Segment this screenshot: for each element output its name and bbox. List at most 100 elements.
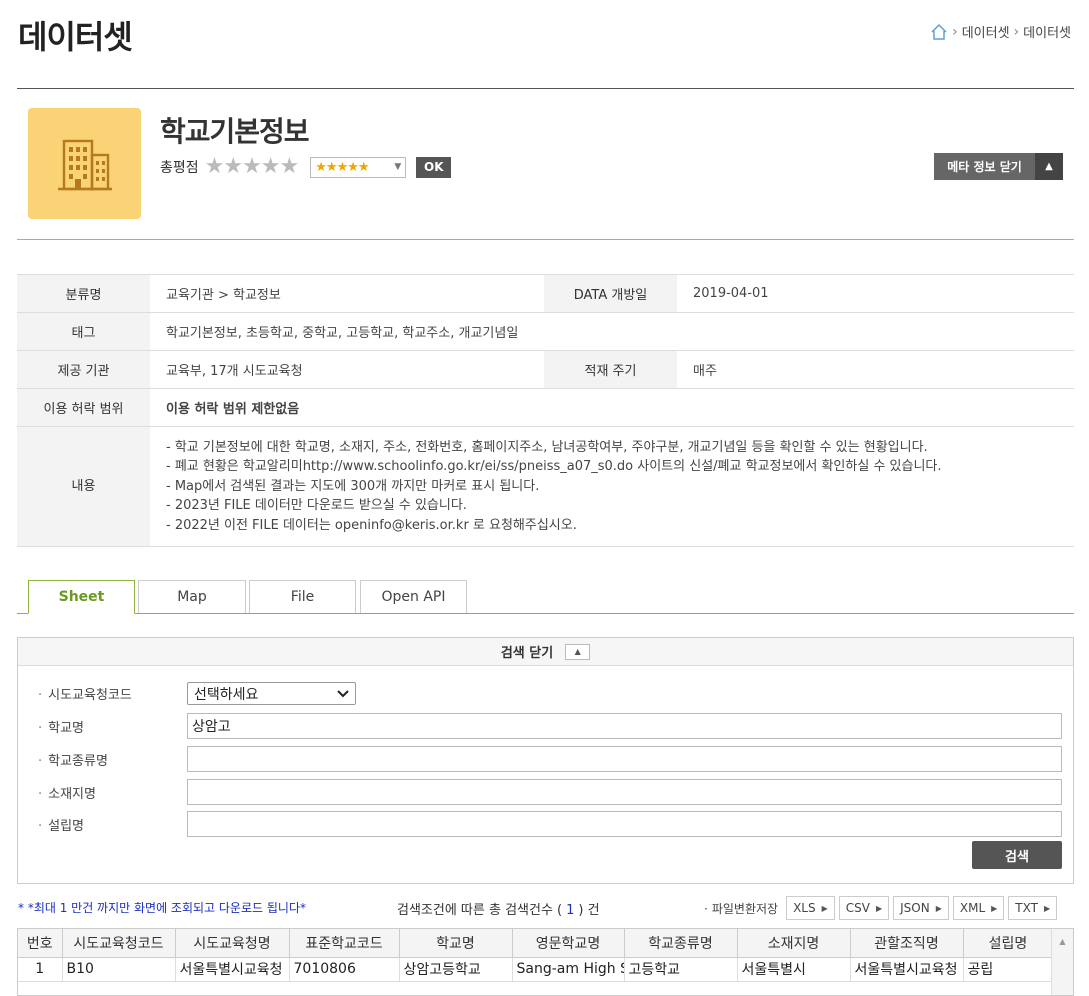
location-input[interactable]: [187, 779, 1062, 805]
table-cell[interactable]: 서울특별시교육청: [175, 957, 290, 982]
school-name-input[interactable]: 상암고: [187, 713, 1062, 739]
column-header[interactable]: 표준학교코드: [289, 929, 400, 958]
table-cell[interactable]: B10: [62, 957, 176, 982]
column-header[interactable]: 번호: [18, 929, 63, 958]
export-label: 파일변환저장: [704, 900, 778, 917]
chevron-down-icon: ▼: [394, 162, 402, 172]
building-icon: [28, 108, 141, 219]
grid-header-row: 번호 시도교육청코드 시도교육청명 표준학교코드 학교명 영문학교명 학교종류명…: [18, 929, 1054, 958]
meta-toggle-label[interactable]: 메타 정보 닫기: [934, 153, 1035, 180]
field-label: 시도교육청코드: [18, 684, 187, 703]
count-prefix: 검색조건에 따른 총 검색건수 (: [397, 903, 563, 918]
cycle-label: 적재 주기: [544, 350, 677, 389]
divider: [17, 88, 1074, 89]
column-header[interactable]: 소재지명: [737, 929, 851, 958]
table-cell[interactable]: 공립: [963, 957, 1054, 982]
table-cell[interactable]: 1: [18, 957, 63, 982]
result-count: 검색조건에 따른 총 검색건수 (1) 건: [397, 899, 600, 918]
column-header[interactable]: 설립명: [963, 929, 1054, 958]
chevron-right-icon: ›: [1013, 23, 1020, 40]
table-cell[interactable]: 7010806: [289, 957, 400, 982]
meta-toggle-button[interactable]: 메타 정보 닫기 ▲: [934, 153, 1063, 180]
field-label: 설립명: [18, 815, 187, 834]
tag-value: 학교기본정보, 초등학교, 중학교, 고등학교, 학교주소, 개교기념일: [150, 312, 1074, 351]
field-label: 학교종류명: [18, 750, 187, 769]
breadcrumb-item[interactable]: 데이터셋: [1023, 22, 1071, 41]
table-cell[interactable]: 고등학교: [624, 957, 738, 982]
field-row: 설립명: [18, 811, 1062, 837]
field-row: 학교명 상암고: [18, 713, 1062, 739]
vertical-scrollbar[interactable]: ▲: [1051, 929, 1073, 995]
tab-file[interactable]: File: [249, 580, 356, 613]
format-label: TXT: [1015, 901, 1038, 915]
average-rating-stars: ★★★★★: [204, 154, 300, 179]
office-code-select[interactable]: 선택하세요: [187, 682, 356, 705]
divider: [17, 239, 1074, 240]
select-value: 선택하세요: [194, 686, 259, 703]
rating-row: 총평점 ★★★★★ ★★★★★ ▼ OK: [160, 154, 452, 179]
column-header[interactable]: 영문학교명: [512, 929, 625, 958]
establishment-input[interactable]: [187, 811, 1062, 837]
caret-right-icon: ▶: [875, 903, 883, 913]
export-bar: 파일변환저장 XLS ▶ CSV ▶ JSON ▶ XML ▶ TXT ▶: [704, 896, 1058, 920]
export-csv-button[interactable]: CSV ▶: [838, 896, 890, 920]
search-panel: 검색 닫기 ▲ 시도교육청코드 선택하세요 학교명 상암고 학교종류명 소재지명…: [17, 637, 1074, 884]
column-header[interactable]: 학교명: [399, 929, 513, 958]
provider-value: 교육부, 17개 시도교육청: [150, 350, 544, 389]
table-row[interactable]: 1 B10 서울특별시교육청 7010806 상암고등학교 Sang-am Hi…: [18, 957, 1054, 982]
column-header[interactable]: 시도교육청명: [175, 929, 290, 958]
column-header[interactable]: 학교종류명: [624, 929, 738, 958]
export-txt-button[interactable]: TXT ▶: [1008, 896, 1058, 920]
rating-label: 총평점: [160, 160, 199, 176]
rating-ok-button[interactable]: OK: [416, 156, 452, 178]
export-json-button[interactable]: JSON ▶: [893, 896, 949, 920]
home-icon[interactable]: [930, 23, 948, 41]
format-label: XML: [959, 901, 986, 915]
field-row: 소재지명: [18, 779, 1062, 805]
column-header[interactable]: 관할조직명: [850, 929, 964, 958]
table-cell[interactable]: 상암고등학교: [399, 957, 513, 982]
tab-map[interactable]: Map: [138, 580, 246, 613]
table-cell[interactable]: 서울특별시교육청: [850, 957, 964, 982]
table-cell[interactable]: 서울특별시: [737, 957, 851, 982]
caret-up-icon[interactable]: ▲: [1059, 937, 1065, 995]
caret-up-icon[interactable]: ▲: [1035, 153, 1063, 180]
open-date-value: 2019-04-01: [677, 274, 1074, 313]
open-date-label: DATA 개방일: [544, 274, 677, 313]
format-label: XLS: [793, 901, 816, 915]
tab-bar: Sheet Map File Open API: [17, 580, 1074, 614]
tab-open-api[interactable]: Open API: [360, 580, 467, 613]
dataset-title: 학교기본정보: [160, 115, 310, 148]
content-line: - 2022년 이전 FILE 데이터는 openinfo@keris.or.k…: [166, 517, 577, 533]
search-button[interactable]: 검색: [972, 841, 1062, 869]
export-xml-button[interactable]: XML ▶: [952, 896, 1005, 920]
tab-sheet[interactable]: Sheet: [28, 580, 135, 614]
search-toggle-label[interactable]: 검색 닫기: [501, 642, 553, 661]
table-cell[interactable]: Sang-am High School: [512, 957, 625, 982]
column-header[interactable]: 시도교육청코드: [62, 929, 176, 958]
caret-right-icon: ▶: [991, 903, 998, 913]
license-label: 이용 허락 범위: [17, 388, 150, 427]
content-label: 내용: [17, 426, 150, 547]
caret-right-icon: ▶: [935, 903, 942, 913]
content-line: - Map에서 검색된 결과는 지도에 300개 까지만 마커로 표시 됩니다.: [166, 478, 540, 494]
school-type-input[interactable]: [187, 746, 1062, 772]
content-line: - 학교 기본정보에 대한 학교명, 소재지, 주소, 전화번호, 홈페이지주소…: [166, 439, 928, 455]
caret-up-icon[interactable]: ▲: [565, 643, 591, 660]
caret-right-icon: ▶: [821, 903, 828, 913]
field-label: 학교명: [18, 717, 187, 736]
tag-label: 태그: [17, 312, 150, 351]
field-row: 시도교육청코드 선택하세요: [18, 682, 356, 705]
content-line: - 2023년 FILE 데이터만 다운로드 받으실 수 있습니다.: [166, 498, 467, 514]
format-label: CSV: [845, 901, 870, 915]
field-row: 학교종류명: [18, 746, 1062, 772]
breadcrumb-item[interactable]: 데이터셋: [962, 22, 1010, 41]
cycle-value: 매주: [677, 350, 1074, 389]
rating-select[interactable]: ★★★★★ ▼: [310, 156, 407, 178]
chevron-right-icon: ›: [952, 23, 958, 40]
export-xls-button[interactable]: XLS ▶: [786, 896, 835, 920]
field-label: 소재지명: [18, 783, 187, 802]
caret-right-icon: ▶: [1043, 903, 1051, 913]
category-label: 분류명: [17, 274, 150, 313]
rating-select-value: ★★★★★: [315, 159, 369, 175]
